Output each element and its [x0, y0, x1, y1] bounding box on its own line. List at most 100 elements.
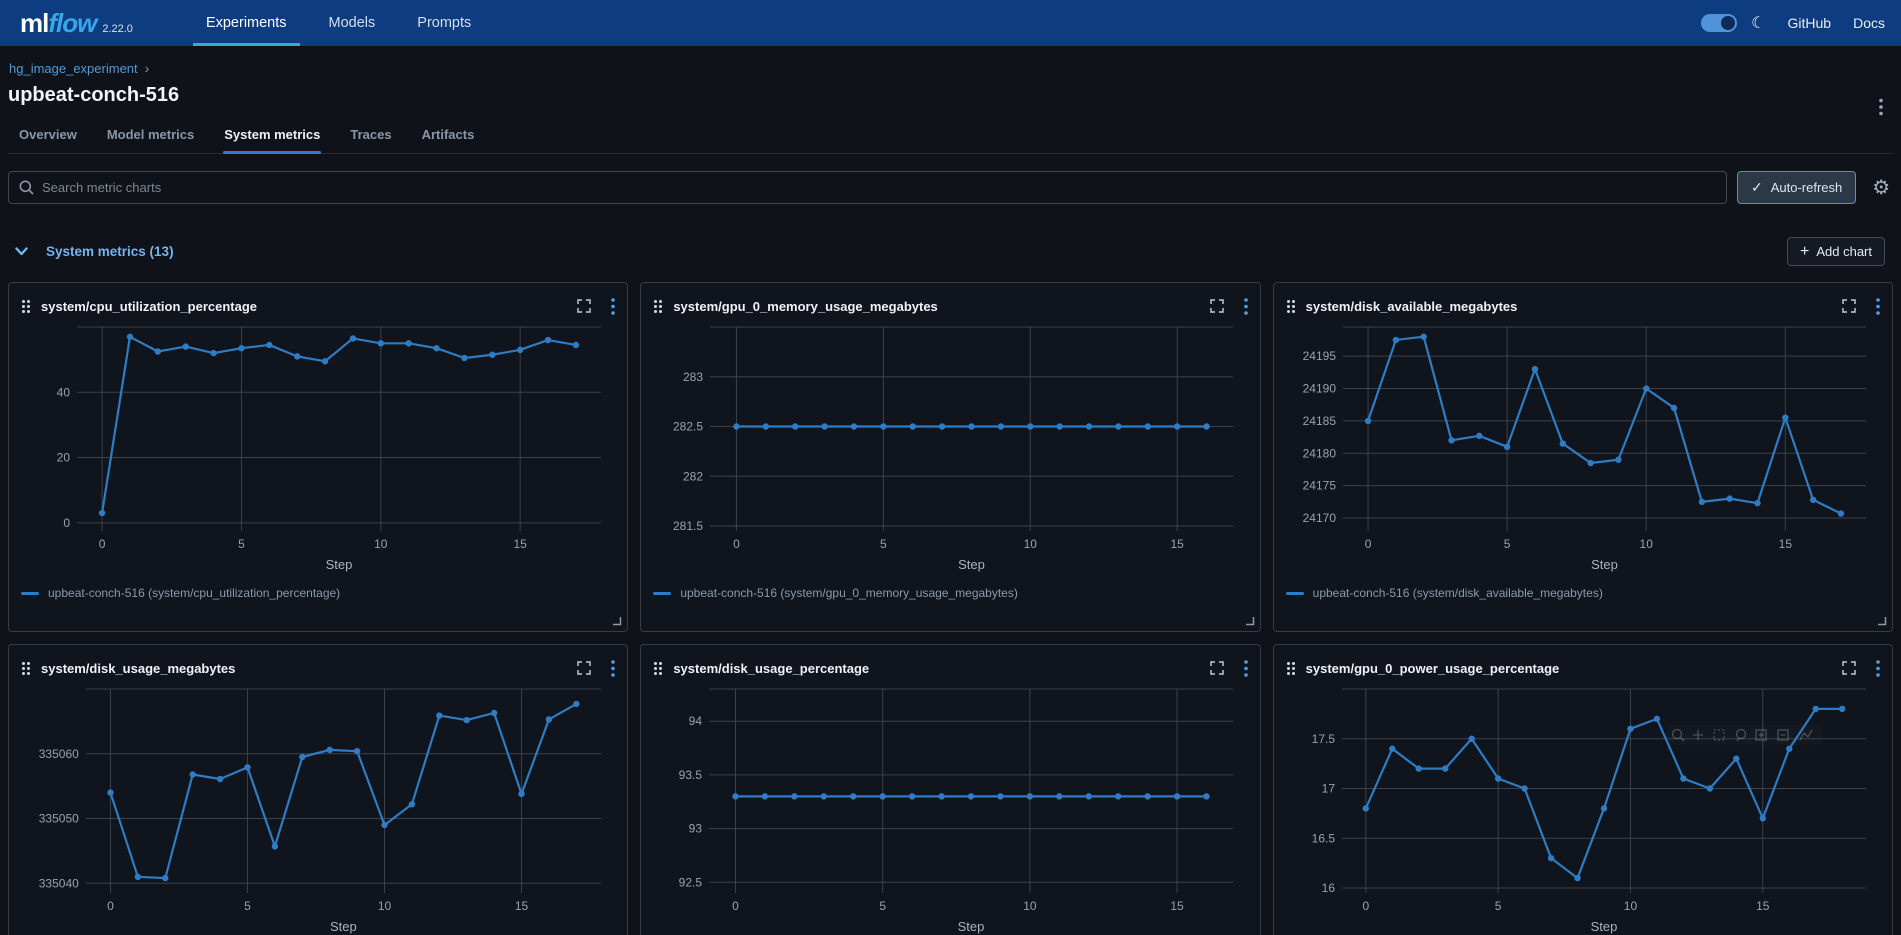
drag-handle-icon[interactable] — [653, 299, 663, 314]
chart-card-cpu-utilization: system/cpu_utilization_percentage 051015… — [8, 282, 628, 632]
svg-text:17.5: 17.5 — [1311, 732, 1335, 746]
mlflow-logo[interactable]: mlflow 2.22.0 — [20, 8, 133, 39]
svg-text:0: 0 — [99, 537, 106, 551]
svg-text:10: 10 — [1024, 899, 1038, 913]
auto-refresh-button[interactable]: ✓ Auto-refresh — [1737, 171, 1856, 204]
metrics-toolbar: ✓ Auto-refresh ⚙ — [8, 171, 1893, 204]
svg-text:0: 0 — [1362, 899, 1369, 913]
svg-text:15: 15 — [513, 537, 527, 551]
legend-item[interactable]: upbeat-conch-516 (system/cpu_utilization… — [21, 586, 615, 600]
svg-text:5: 5 — [1494, 899, 1501, 913]
line-chart-disk-available[interactable]: 051015241702417524180241852419024195Step — [1286, 321, 1880, 573]
breadcrumb-chevron-icon: › — [145, 60, 150, 76]
drag-handle-icon[interactable] — [1286, 299, 1296, 314]
svg-text:15: 15 — [1171, 537, 1185, 551]
zoom-in-icon — [1756, 730, 1766, 740]
svg-text:335040: 335040 — [39, 876, 79, 890]
drag-handle-icon[interactable] — [21, 661, 31, 676]
page-overflow-menu[interactable] — [1879, 98, 1883, 116]
expand-chart-icon[interactable] — [1842, 299, 1856, 313]
expand-chart-icon[interactable] — [577, 661, 591, 675]
kebab-menu-icon[interactable] — [1244, 298, 1248, 315]
nav-items: Experiments Models Prompts — [185, 0, 492, 46]
line-chart-gpu-memory[interactable]: 051015281.5282282.5283Step — [653, 321, 1247, 573]
svg-text:24185: 24185 — [1302, 414, 1336, 428]
line-chart-disk-usage-pct[interactable]: 05101592.59393.594Step — [653, 683, 1247, 935]
chevron-down-icon — [15, 247, 28, 256]
chart-title: system/cpu_utilization_percentage — [41, 299, 257, 314]
svg-text:5: 5 — [880, 899, 887, 913]
search-box — [8, 171, 1727, 204]
theme-toggle-knob — [1721, 16, 1735, 30]
kebab-menu-icon[interactable] — [1244, 660, 1248, 677]
tab-overview[interactable]: Overview — [8, 127, 88, 153]
box-select-icon — [1714, 730, 1724, 740]
chart-area: 051015281.5282282.5283Step — [653, 321, 1247, 573]
kebab-menu-icon[interactable] — [1876, 660, 1880, 677]
resize-handle-icon[interactable] — [1876, 615, 1887, 626]
svg-text:335050: 335050 — [39, 812, 79, 826]
page-title: upbeat-conch-516 — [8, 84, 1893, 107]
expand-chart-icon[interactable] — [1210, 299, 1224, 313]
autoscale-icon — [1800, 730, 1812, 740]
docs-link[interactable]: Docs — [1853, 15, 1885, 31]
tab-artifacts[interactable]: Artifacts — [411, 127, 486, 153]
nav-item-models[interactable]: Models — [308, 0, 397, 46]
resize-handle-icon[interactable] — [1244, 615, 1255, 626]
kebab-menu-icon[interactable] — [611, 660, 615, 677]
tab-system-metrics[interactable]: System metrics — [213, 127, 331, 153]
plotly-modebar[interactable] — [1666, 725, 1822, 745]
theme-toggle[interactable] — [1701, 14, 1737, 32]
line-chart-disk-usage-mb[interactable]: 051015335040335050335060Step — [21, 683, 615, 935]
svg-text:282: 282 — [683, 469, 703, 483]
nav-item-experiments[interactable]: Experiments — [185, 0, 308, 46]
expand-chart-icon[interactable] — [1210, 661, 1224, 675]
search-input[interactable] — [42, 180, 1716, 195]
nav-item-prompts[interactable]: Prompts — [396, 0, 492, 46]
svg-text:335060: 335060 — [39, 747, 79, 761]
legend-item[interactable]: upbeat-conch-516 (system/gpu_0_memory_us… — [653, 586, 1247, 600]
drag-handle-icon[interactable] — [653, 661, 663, 676]
legend-line-swatch — [653, 592, 671, 595]
chart-title: system/gpu_0_power_usage_percentage — [1306, 661, 1560, 676]
expand-chart-icon[interactable] — [577, 299, 591, 313]
line-chart-cpu-utilization[interactable]: 05101502040Step — [21, 321, 615, 573]
svg-text:10: 10 — [378, 899, 392, 913]
svg-text:92.5: 92.5 — [679, 875, 703, 889]
legend-label: upbeat-conch-516 (system/cpu_utilization… — [48, 586, 340, 600]
chart-card-gpu-memory: system/gpu_0_memory_usage_megabytes 0510… — [640, 282, 1260, 632]
add-chart-button[interactable]: + Add chart — [1787, 237, 1885, 266]
svg-text:16: 16 — [1321, 881, 1335, 895]
collapse-section-button[interactable] — [8, 240, 34, 264]
breadcrumb: hg_image_experiment › — [8, 60, 1893, 76]
resize-handle-icon[interactable] — [611, 615, 622, 626]
drag-handle-icon[interactable] — [21, 299, 31, 314]
svg-text:Step: Step — [958, 557, 985, 572]
svg-text:Step: Step — [958, 919, 985, 934]
svg-text:5: 5 — [244, 899, 251, 913]
svg-text:15: 15 — [515, 899, 529, 913]
svg-text:20: 20 — [57, 451, 71, 465]
github-link[interactable]: GitHub — [1788, 15, 1832, 31]
kebab-menu-icon[interactable] — [611, 298, 615, 315]
tab-traces[interactable]: Traces — [339, 127, 402, 153]
add-chart-label: Add chart — [1816, 244, 1872, 259]
chart-area: 05101592.59393.594Step — [653, 683, 1247, 935]
drag-handle-icon[interactable] — [1286, 661, 1296, 676]
breadcrumb-experiment-link[interactable]: hg_image_experiment — [9, 61, 138, 76]
legend-line-swatch — [1286, 592, 1304, 595]
svg-text:0: 0 — [733, 537, 740, 551]
tab-model-metrics[interactable]: Model metrics — [96, 127, 205, 153]
gear-icon[interactable]: ⚙ — [1872, 178, 1890, 198]
svg-text:0: 0 — [732, 899, 739, 913]
expand-chart-icon[interactable] — [1842, 661, 1856, 675]
legend-item[interactable]: upbeat-conch-516 (system/disk_available_… — [1286, 586, 1880, 600]
chart-card-disk-usage-pct: system/disk_usage_percentage 05101592.59… — [640, 644, 1260, 935]
auto-refresh-label: Auto-refresh — [1771, 180, 1843, 195]
line-chart-gpu-power[interactable]: 0510151616.51717.5Step — [1286, 683, 1880, 935]
svg-text:5: 5 — [880, 537, 887, 551]
kebab-menu-icon[interactable] — [1876, 298, 1880, 315]
run-tabs: Overview Model metrics System metrics Tr… — [8, 127, 1893, 154]
search-icon — [19, 180, 34, 195]
svg-text:15: 15 — [1171, 899, 1185, 913]
